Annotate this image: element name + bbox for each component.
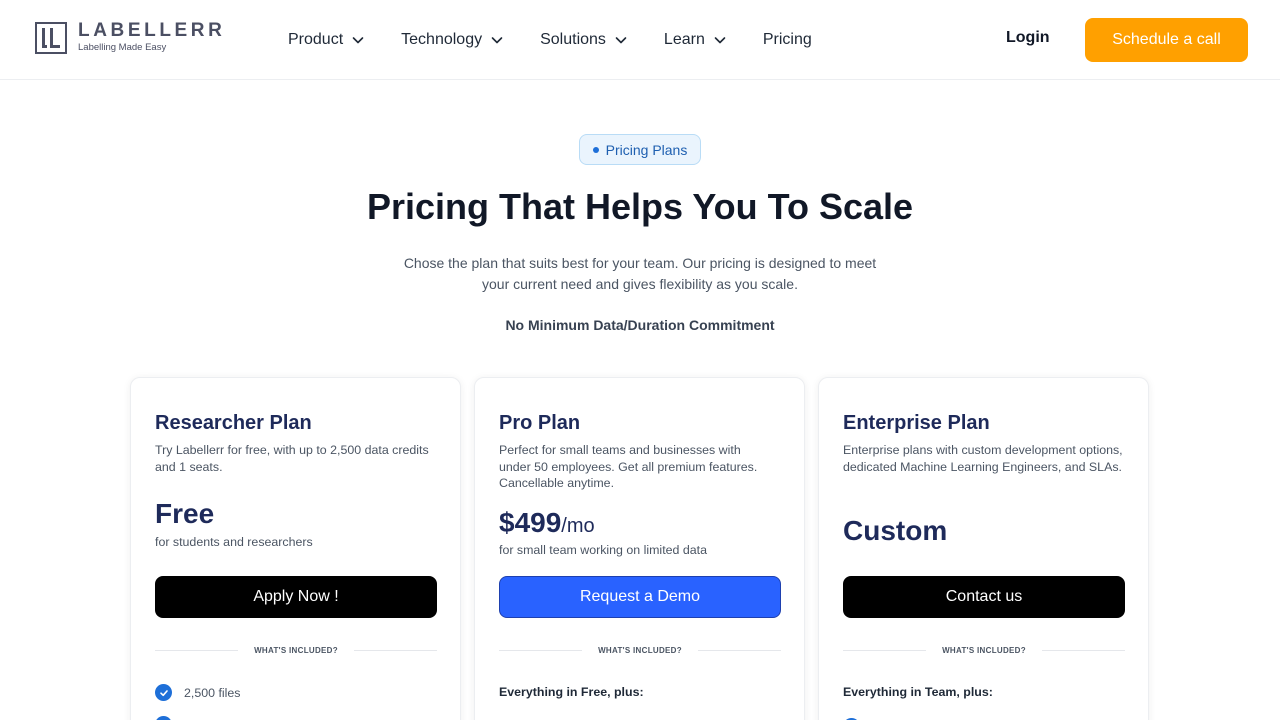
apply-now-button[interactable]: Apply Now ! [155,576,437,618]
plus-heading: Everything in Team, plus: [843,685,993,699]
labellerr-logo[interactable]: LABELLERR Labelling Made Easy [35,21,225,54]
plan-description: Enterprise plans with custom development… [843,443,1123,474]
site-header: LABELLERR Labelling Made Easy Product Te… [0,0,1280,80]
main-nav: Product Technology Solutions Learn Prici… [288,29,812,51]
plan-price-note: for students and researchers [155,535,313,549]
badge-label: Pricing Plans [605,141,688,158]
plan-name: Researcher Plan [155,412,312,434]
nav-item-label: Solutions [540,31,606,48]
nav-item-product[interactable]: Product [288,29,365,51]
nav-item-label: Pricing [762,31,812,48]
plus-heading: Everything in Free, plus: [499,685,644,699]
feature-item: 2,500 files [155,684,240,701]
whats-included-divider: WHAT'S INCLUDED? [499,646,782,655]
whats-included-label: WHAT'S INCLUDED? [254,646,338,655]
whats-included-label: WHAT'S INCLUDED? [942,646,1026,655]
plan-description: Perfect for small teams and businesses w… [499,443,758,491]
check-circle-icon [155,684,172,701]
nav-item-technology[interactable]: Technology [401,29,504,51]
contact-us-button[interactable]: Contact us [843,576,1125,618]
dot-icon [592,146,599,153]
plan-name: Pro Plan [499,412,581,434]
plan-description: Try Labellerr for free, with up to 2,500… [155,443,429,474]
logo-name: LABELLERR [78,20,226,41]
commitment-note: No Minimum Data/Duration Commitment [505,317,775,333]
plan-price: $499/mo [499,507,595,538]
plan-name: Enterprise Plan [843,412,990,434]
nav-item-learn[interactable]: Learn [664,29,727,51]
check-circle-icon [155,716,172,720]
page-title: Pricing That Helps You To Scale [366,186,914,227]
logo-tagline: Labelling Made Easy [78,42,167,53]
chevron-down-icon [615,37,627,44]
plan-card-pro: Pro Plan Perfect for small teams and bus… [474,377,805,720]
chevron-down-icon [491,37,503,44]
login-link[interactable]: Login [1006,29,1050,47]
plan-price: Custom [843,515,948,546]
plan-price-note: for small team working on limited data [499,543,707,557]
nav-item-label: Learn [663,31,705,48]
plan-card-researcher: Researcher Plan Try Labellerr for free, … [130,377,461,720]
page-subtitle: Chose the plan that suits best for your … [403,255,877,292]
chevron-down-icon [714,37,726,44]
plan-card-enterprise: Enterprise Plan Enterprise plans with cu… [818,377,1149,720]
nav-item-pricing[interactable]: Pricing [763,29,812,51]
request-demo-button[interactable]: Request a Demo [499,576,781,618]
whats-included-label: WHAT'S INCLUDED? [598,646,682,655]
plan-price: Free [155,498,215,529]
chevron-down-icon [352,37,364,44]
nav-item-label: Technology [401,31,483,48]
whats-included-divider: WHAT'S INCLUDED? [843,646,1126,655]
logo-mark-icon [35,21,67,54]
nav-item-label: Product [288,31,344,48]
whats-included-divider: WHAT'S INCLUDED? [155,646,438,655]
schedule-call-button[interactable]: Schedule a call [1085,18,1248,62]
pricing-plans-badge: Pricing Plans [579,134,701,165]
nav-item-solutions[interactable]: Solutions [540,29,628,51]
feature-label: 2,500 files [184,685,241,700]
